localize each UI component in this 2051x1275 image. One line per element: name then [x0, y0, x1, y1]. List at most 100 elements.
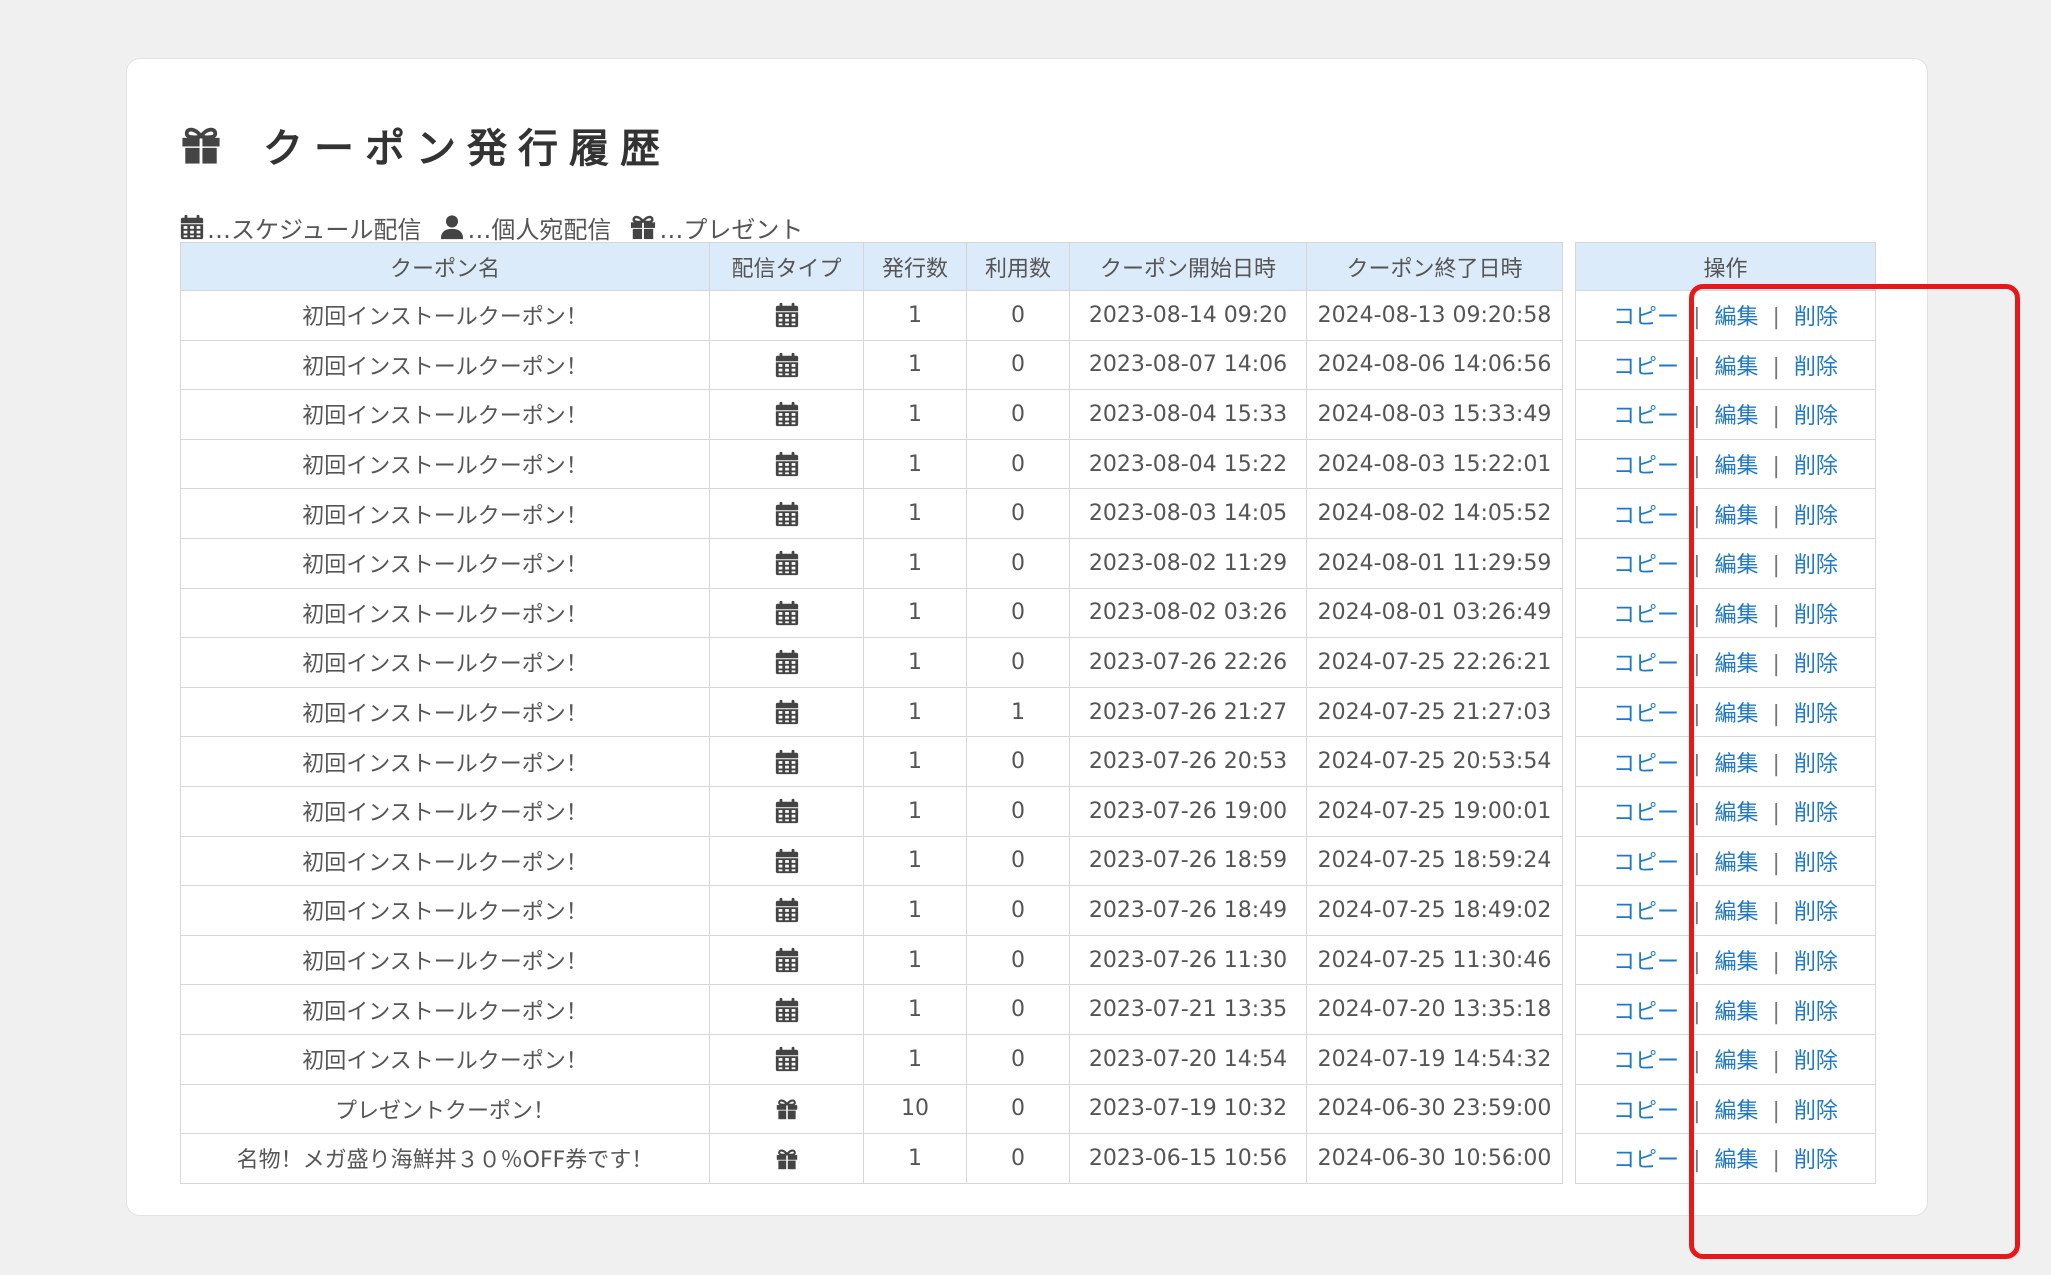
- delete-link[interactable]: 削除: [1794, 851, 1838, 876]
- action-separator: |: [1693, 850, 1701, 876]
- gift-icon: [775, 1098, 799, 1120]
- legend-item-personal: …個人宛配信: [439, 210, 611, 245]
- copy-link[interactable]: コピー: [1613, 752, 1679, 777]
- coupon-name-cell: 初回インストールクーポン！: [180, 785, 710, 837]
- copy-link[interactable]: コピー: [1613, 504, 1679, 529]
- delete-link[interactable]: 削除: [1794, 454, 1838, 479]
- column-gap: [1562, 836, 1576, 886]
- column-gap: [1562, 736, 1576, 787]
- delete-link[interactable]: 削除: [1794, 950, 1838, 975]
- edit-link[interactable]: 編集: [1714, 553, 1758, 578]
- copy-link[interactable]: コピー: [1613, 553, 1679, 578]
- gift-icon: [775, 1148, 799, 1170]
- edit-link[interactable]: 編集: [1714, 355, 1758, 380]
- copy-link[interactable]: コピー: [1613, 702, 1679, 727]
- copy-link[interactable]: コピー: [1613, 851, 1679, 876]
- calendar-icon: [774, 351, 800, 379]
- action-separator: |: [1693, 702, 1701, 728]
- edit-link[interactable]: 編集: [1714, 1000, 1758, 1025]
- delivery-type-cell: [709, 885, 864, 936]
- delivery-type-cell: [709, 934, 864, 986]
- operations-cell: コピー | 編集 | 削除: [1575, 537, 1876, 589]
- edit-link[interactable]: 編集: [1714, 900, 1758, 925]
- action-separator: |: [1693, 950, 1701, 976]
- operations-cell: コピー | 編集 | 削除: [1575, 637, 1876, 688]
- delivery-type-cell: [709, 835, 864, 887]
- column-gap: [1562, 1133, 1576, 1184]
- delete-link[interactable]: 削除: [1794, 702, 1838, 727]
- delete-link[interactable]: 削除: [1794, 1148, 1838, 1173]
- start-datetime-cell: 2023-07-26 19:00: [1069, 785, 1307, 837]
- delivery-type-cell: [709, 1133, 864, 1184]
- delete-link[interactable]: 削除: [1794, 305, 1838, 330]
- delete-link[interactable]: 削除: [1794, 900, 1838, 925]
- copy-link[interactable]: コピー: [1613, 454, 1679, 479]
- delete-link[interactable]: 削除: [1794, 752, 1838, 777]
- delete-link[interactable]: 削除: [1794, 1000, 1838, 1025]
- copy-link[interactable]: コピー: [1613, 1148, 1679, 1173]
- copy-link[interactable]: コピー: [1613, 305, 1679, 330]
- issued-count-cell: 1: [863, 885, 967, 936]
- action-separator: |: [1772, 751, 1780, 777]
- table-row: 初回インストールクーポン！ 1 1 2023-07-26 21:27 2024-07-2…: [180, 686, 1876, 738]
- edit-link[interactable]: 編集: [1714, 1099, 1758, 1124]
- delivery-type-cell: [709, 984, 864, 1035]
- action-separator: |: [1772, 602, 1780, 628]
- edit-link[interactable]: 編集: [1714, 1148, 1758, 1173]
- copy-link[interactable]: コピー: [1613, 801, 1679, 826]
- delete-link[interactable]: 削除: [1794, 404, 1838, 429]
- copy-link[interactable]: コピー: [1613, 950, 1679, 975]
- coupon-name-cell: 初回インストールクーポン！: [180, 587, 710, 639]
- delete-link[interactable]: 削除: [1794, 1099, 1838, 1124]
- edit-link[interactable]: 編集: [1714, 305, 1758, 330]
- gift-icon: [179, 125, 223, 165]
- issued-count-cell: 1: [863, 339, 967, 391]
- copy-link[interactable]: コピー: [1613, 652, 1679, 677]
- delete-link[interactable]: 削除: [1794, 1049, 1838, 1074]
- column-gap: [1562, 687, 1576, 737]
- edit-link[interactable]: 編集: [1714, 652, 1758, 677]
- edit-link[interactable]: 編集: [1714, 752, 1758, 777]
- action-separator: |: [1693, 900, 1701, 926]
- used-count-cell: 0: [966, 537, 1070, 589]
- action-separator: |: [1693, 652, 1701, 678]
- edit-link[interactable]: 編集: [1714, 851, 1758, 876]
- issued-count-cell: 1: [863, 488, 967, 539]
- delete-link[interactable]: 削除: [1794, 652, 1838, 677]
- page-title: クーポン発行履歴: [263, 126, 671, 172]
- table-row: 初回インストールクーポン！ 1 0 2023-08-04 15:22 2024-08-0…: [180, 438, 1876, 490]
- copy-link[interactable]: コピー: [1613, 404, 1679, 429]
- end-datetime-cell: 2024-06-30 23:59:00: [1306, 1083, 1563, 1135]
- column-gap: [1562, 389, 1576, 440]
- end-datetime-cell: 2024-08-01 03:26:49: [1306, 587, 1563, 639]
- delivery-type-cell: [709, 1033, 864, 1085]
- delete-link[interactable]: 削除: [1794, 504, 1838, 529]
- edit-link[interactable]: 編集: [1714, 603, 1758, 628]
- end-datetime-cell: 2024-07-25 19:00:01: [1306, 785, 1563, 837]
- used-count-cell: 1: [966, 686, 1070, 738]
- copy-link[interactable]: コピー: [1613, 1099, 1679, 1124]
- delivery-type-cell: [709, 686, 864, 738]
- delete-link[interactable]: 削除: [1794, 355, 1838, 380]
- edit-link[interactable]: 編集: [1714, 404, 1758, 429]
- delete-link[interactable]: 削除: [1794, 553, 1838, 578]
- used-count-cell: 0: [966, 488, 1070, 539]
- calendar-icon: [774, 301, 800, 329]
- table-row: 初回インストールクーポン！ 1 0 2023-07-26 11:30 2024-07-2…: [180, 934, 1876, 986]
- copy-link[interactable]: コピー: [1613, 1000, 1679, 1025]
- edit-link[interactable]: 編集: [1714, 504, 1758, 529]
- copy-link[interactable]: コピー: [1613, 900, 1679, 925]
- issued-count-cell: 1: [863, 1133, 967, 1184]
- edit-link[interactable]: 編集: [1714, 950, 1758, 975]
- legend-label: …プレゼント: [659, 215, 804, 244]
- delete-link[interactable]: 削除: [1794, 603, 1838, 628]
- edit-link[interactable]: 編集: [1714, 454, 1758, 479]
- end-datetime-cell: 2024-07-25 18:59:24: [1306, 835, 1563, 887]
- edit-link[interactable]: 編集: [1714, 801, 1758, 826]
- copy-link[interactable]: コピー: [1613, 1049, 1679, 1074]
- edit-link[interactable]: 編集: [1714, 702, 1758, 727]
- copy-link[interactable]: コピー: [1613, 355, 1679, 380]
- edit-link[interactable]: 編集: [1714, 1049, 1758, 1074]
- copy-link[interactable]: コピー: [1613, 603, 1679, 628]
- delete-link[interactable]: 削除: [1794, 801, 1838, 826]
